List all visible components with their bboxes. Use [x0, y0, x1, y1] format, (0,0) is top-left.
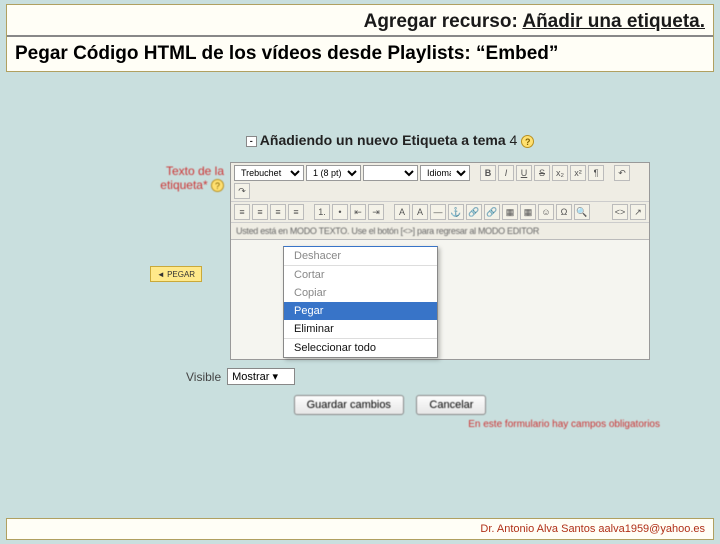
paste-hint-box: ◄ PEGAR — [150, 266, 202, 282]
image-button[interactable]: ▦ — [502, 204, 518, 220]
visible-select[interactable]: Mostrar ▾ — [227, 368, 295, 385]
align-left-button[interactable]: ≡ — [234, 204, 250, 220]
title-prefix: Agregar recurso: — [364, 11, 523, 32]
outdent-button[interactable]: ⇤ — [350, 204, 366, 220]
list-ol-button[interactable]: 1. — [314, 204, 330, 220]
menu-delete[interactable]: Eliminar — [284, 320, 437, 338]
editor-mode-message: Usted está en MODO TEXTO. Use el botón [… — [231, 223, 649, 239]
list-ul-button[interactable]: • — [332, 204, 348, 220]
indent-button[interactable]: ⇥ — [368, 204, 384, 220]
lang-select[interactable]: Idioma — [420, 165, 470, 181]
undo-button[interactable]: ↶ — [614, 165, 630, 181]
editor-toolbar-1: Trebuchet 1 (8 pt) Idioma B I U S x₂ x² … — [231, 163, 649, 202]
sup-button[interactable]: x² — [570, 165, 586, 181]
html-toggle-button[interactable]: <> — [612, 204, 628, 220]
form-heading: -Añadiendo un nuevo Etiqueta a tema 4 ? — [120, 132, 660, 148]
align-center-button[interactable]: ≡ — [252, 204, 268, 220]
font-size-select[interactable]: 1 (8 pt) — [306, 165, 361, 181]
align-justify-button[interactable]: ≡ — [288, 204, 304, 220]
align-right-button[interactable]: ≡ — [270, 204, 286, 220]
help-icon[interactable]: ? — [521, 135, 534, 148]
label-text-label: Texto de la etiqueta* ? — [120, 162, 230, 192]
clean-button[interactable]: ¶ — [588, 165, 604, 181]
link-button[interactable]: 🔗 — [466, 204, 482, 220]
menu-paste[interactable]: Pegar — [284, 302, 437, 320]
fullscreen-button[interactable]: ↗ — [630, 204, 646, 220]
menu-undo[interactable]: Deshacer — [284, 247, 437, 265]
slide-title: Agregar recurso: Añadir una etiqueta. — [7, 5, 713, 37]
font-family-select[interactable]: Trebuchet — [234, 165, 304, 181]
anchor-button[interactable]: ⚓ — [448, 204, 464, 220]
context-menu: Deshacer Cortar Copiar Pegar Eliminar Se… — [283, 246, 438, 358]
menu-cut[interactable]: Cortar — [284, 266, 437, 284]
label-text-row: Texto de la etiqueta* ? Trebuchet 1 (8 p… — [120, 162, 660, 360]
menu-copy[interactable]: Copiar — [284, 284, 437, 302]
strike-button[interactable]: S — [534, 165, 550, 181]
required-fields-message: En este formulario hay campos obligatori… — [120, 419, 660, 430]
char-button[interactable]: Ω — [556, 204, 572, 220]
title-underlined: Añadir una etiqueta. — [522, 11, 705, 32]
help-icon[interactable]: ? — [211, 179, 224, 192]
form-screenshot: -Añadiendo un nuevo Etiqueta a tema 4 ? … — [120, 132, 660, 430]
bg-color-button[interactable]: A — [412, 204, 428, 220]
cancel-button[interactable]: Cancelar — [416, 395, 486, 415]
hr-button[interactable]: — — [430, 204, 446, 220]
slide-subtitle: Pegar Código HTML de los vídeos desde Pl… — [7, 37, 713, 71]
sub-button[interactable]: x₂ — [552, 165, 568, 181]
underline-button[interactable]: U — [516, 165, 532, 181]
redo-button[interactable]: ↷ — [234, 183, 250, 199]
footer-credit: Dr. Antonio Alva Santos aalva1959@yahoo.… — [6, 518, 714, 540]
header-box: Agregar recurso: Añadir una etiqueta. Pe… — [6, 4, 714, 72]
italic-button[interactable]: I — [498, 165, 514, 181]
visible-row: Visible Mostrar ▾ — [186, 368, 660, 385]
menu-select-all[interactable]: Seleccionar todo — [284, 339, 437, 357]
text-color-button[interactable]: A — [394, 204, 410, 220]
editor-textarea[interactable]: Deshacer Cortar Copiar Pegar Eliminar Se… — [231, 239, 649, 359]
html-editor: Trebuchet 1 (8 pt) Idioma B I U S x₂ x² … — [230, 162, 650, 360]
collapse-icon[interactable]: - — [246, 136, 257, 147]
save-button[interactable]: Guardar cambios — [294, 395, 404, 415]
visible-label: Visible — [186, 370, 221, 384]
form-buttons: Guardar cambios Cancelar — [120, 395, 660, 415]
unlink-button[interactable]: 🔗 — [484, 204, 500, 220]
find-button[interactable]: 🔍 — [574, 204, 590, 220]
table-button[interactable]: ▦ — [520, 204, 536, 220]
emoji-button[interactable]: ☺ — [538, 204, 554, 220]
editor-toolbar-2: ≡ ≡ ≡ ≡ 1. • ⇤ ⇥ A A — ⚓ 🔗 🔗 ▦ — [231, 202, 649, 223]
bold-button[interactable]: B — [480, 165, 496, 181]
paragraph-style-select[interactable] — [363, 165, 418, 181]
